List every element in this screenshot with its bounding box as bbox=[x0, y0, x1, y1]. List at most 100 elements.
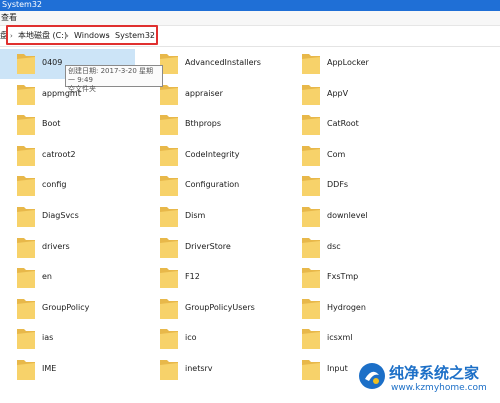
menu-bar: 查看 bbox=[0, 11, 500, 26]
folder-icon bbox=[16, 144, 36, 168]
folder-item[interactable]: AppV bbox=[285, 80, 420, 110]
folder-item[interactable]: Configuration bbox=[143, 171, 278, 201]
folder-icon bbox=[301, 144, 321, 168]
folder-item[interactable]: ias bbox=[0, 324, 135, 354]
folder-item[interactable]: icsxml bbox=[285, 324, 420, 354]
folder-item[interactable]: Com bbox=[285, 141, 420, 171]
folder-item[interactable]: downlevel bbox=[285, 202, 420, 232]
folder-name: 0409 bbox=[42, 58, 63, 67]
folder-name: ias bbox=[42, 333, 54, 343]
folder-item[interactable]: GroupPolicy bbox=[0, 294, 135, 324]
folder-item[interactable]: DDFs bbox=[285, 171, 420, 201]
tooltip-empty-folder: 空文件夹 bbox=[68, 85, 96, 93]
folder-icon bbox=[159, 266, 179, 290]
folder-name: FxsTmp bbox=[327, 272, 359, 282]
folder-item[interactable]: en bbox=[0, 263, 135, 293]
folder-name: config bbox=[42, 180, 67, 190]
folder-name: Bthprops bbox=[185, 119, 222, 129]
folder-name: Configuration bbox=[185, 180, 240, 190]
folder-name: en bbox=[42, 272, 52, 282]
folder-item[interactable]: IME bbox=[0, 355, 135, 385]
folder-icon bbox=[301, 236, 321, 260]
folder-item[interactable]: AppLocker bbox=[285, 49, 420, 79]
folder-icon bbox=[159, 327, 179, 351]
folder-icon bbox=[16, 327, 36, 351]
folder-item[interactable]: FxsTmp bbox=[285, 263, 420, 293]
folder-name: Input bbox=[327, 364, 348, 373]
folder-name: Com bbox=[327, 149, 346, 159]
folder-name: F12 bbox=[185, 272, 200, 282]
folder-icon bbox=[301, 358, 321, 382]
folder-item[interactable]: DriverStore bbox=[143, 233, 278, 263]
folder-item[interactable]: dsc bbox=[285, 233, 420, 263]
title-bar: System32 bbox=[0, 0, 500, 11]
folder-name: downlevel bbox=[327, 211, 368, 220]
folder-item[interactable]: GroupPolicyUsers bbox=[143, 294, 278, 324]
folder-item[interactable]: DiagSvcs bbox=[0, 202, 135, 232]
folder-item[interactable]: Hydrogen bbox=[285, 294, 420, 324]
folder-icon bbox=[159, 205, 179, 229]
folder-item[interactable]: appraiser bbox=[143, 80, 278, 110]
folder-icon bbox=[301, 205, 321, 229]
window-title: System32 bbox=[2, 0, 43, 9]
folder-item[interactable]: CatRoot bbox=[285, 110, 420, 140]
folder-name: ico bbox=[185, 333, 197, 343]
folder-name: Dism bbox=[185, 211, 206, 220]
folder-item[interactable]: CodeIntegrity bbox=[143, 141, 278, 171]
folder-name: appraiser bbox=[185, 88, 223, 98]
folder-name: CatRoot bbox=[327, 119, 359, 129]
folder-icon bbox=[159, 358, 179, 382]
folder-item[interactable]: catroot2 bbox=[0, 141, 135, 171]
folder-name: AppLocker bbox=[327, 58, 369, 67]
watermark-logo bbox=[359, 363, 385, 389]
watermark-url: www.kzmyhome.com bbox=[391, 383, 487, 393]
breadcrumb-highlight-frame bbox=[6, 25, 158, 45]
folder-icon bbox=[16, 358, 36, 382]
folder-icon bbox=[16, 297, 36, 321]
folder-icon bbox=[159, 174, 179, 198]
folder-name: catroot2 bbox=[42, 149, 76, 159]
folder-item[interactable]: Boot bbox=[0, 110, 135, 140]
folder-item[interactable]: AdvancedInstallers bbox=[143, 49, 278, 79]
watermark-title: 纯净系统之家 bbox=[389, 364, 480, 382]
folder-icon bbox=[301, 174, 321, 198]
folder-item[interactable]: ico bbox=[143, 324, 278, 354]
folder-name: Boot bbox=[42, 119, 61, 129]
folder-name: drivers bbox=[42, 241, 70, 251]
file-list: 0409 AdvancedInstallers AppLocker appmgmt ap… bbox=[0, 47, 500, 403]
folder-name: GroupPolicy bbox=[42, 302, 90, 312]
folder-icon bbox=[16, 113, 36, 137]
folder-icon bbox=[16, 174, 36, 198]
folder-name: icsxml bbox=[327, 333, 353, 343]
folder-icon bbox=[301, 52, 321, 76]
folder-icon bbox=[301, 327, 321, 351]
folder-name: IME bbox=[42, 364, 57, 373]
folder-name: dsc bbox=[327, 241, 341, 251]
folder-item[interactable]: Dism bbox=[143, 202, 278, 232]
folder-icon bbox=[16, 236, 36, 260]
folder-icon bbox=[159, 297, 179, 321]
folder-icon bbox=[301, 297, 321, 321]
folder-icon bbox=[159, 236, 179, 260]
folder-name: AppV bbox=[327, 88, 349, 98]
folder-icon bbox=[301, 266, 321, 290]
folder-icon bbox=[301, 113, 321, 137]
folder-icon bbox=[301, 83, 321, 107]
folder-name: GroupPolicyUsers bbox=[185, 302, 255, 312]
folder-tooltip: 创建日期: 2017-3-20 星期一 9:49 空文件夹 bbox=[65, 65, 163, 93]
folder-item[interactable]: config bbox=[0, 171, 135, 201]
tooltip-created-date: 创建日期: 2017-3-20 星期一 9:49 bbox=[68, 67, 154, 84]
folder-name: CodeIntegrity bbox=[185, 149, 240, 159]
folder-name: DiagSvcs bbox=[42, 211, 79, 220]
folder-icon bbox=[16, 83, 36, 107]
folder-item[interactable]: Bthprops bbox=[143, 110, 278, 140]
menu-view[interactable]: 查看 bbox=[1, 12, 17, 24]
folder-name: DriverStore bbox=[185, 241, 231, 251]
folder-item[interactable]: F12 bbox=[143, 263, 278, 293]
folder-item[interactable]: inetsrv bbox=[143, 355, 278, 385]
watermark: 纯净系统之家 www.kzmyhome.com bbox=[357, 358, 497, 400]
folder-name: inetsrv bbox=[185, 364, 213, 373]
folder-icon bbox=[16, 266, 36, 290]
folder-name: Hydrogen bbox=[327, 302, 366, 312]
folder-item[interactable]: drivers bbox=[0, 233, 135, 263]
